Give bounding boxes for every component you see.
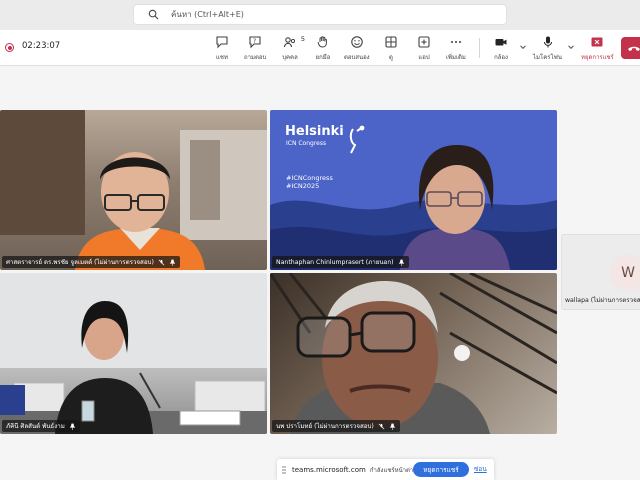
pin-icon[interactable] [69, 423, 76, 430]
meeting-timer: 02:23:07 [22, 41, 61, 51]
camera-options-chevron-icon[interactable] [519, 43, 527, 51]
participant-video-1 [0, 110, 267, 270]
leave-button[interactable] [621, 37, 640, 59]
view-label: ดู [389, 54, 393, 61]
stop-sharing-button[interactable]: หยุดการแชร์ [581, 34, 614, 64]
chat-button[interactable]: แชท [213, 34, 231, 64]
participant-name: Nanthaphan Chinlumprasert (ภายนอก) [276, 259, 394, 266]
video-tile-4[interactable]: นพ ปราโมทย์ (ไม่ผ่านการตรวจสอบ) [270, 273, 557, 434]
raise-hand-button[interactable]: ยกมือ [314, 34, 332, 64]
slide-hashtag-2: #ICN2025 [286, 182, 320, 190]
raise-hand-label: ยกมือ [315, 54, 331, 61]
search-box[interactable] [133, 4, 507, 25]
sharing-domain: teams.microsoft.com [292, 465, 366, 474]
qa-label: ถามตอบ [244, 54, 267, 61]
side-participant-tile[interactable]: W wallapa (ไม่ผ่านการตรวจสอบ) [561, 234, 640, 310]
microphone-button[interactable]: ไมโครโฟน [533, 34, 562, 64]
sharing-message: กำลังแชร์หน้าต่าง [369, 466, 417, 474]
slide-subtitle-line: ICN Congress [286, 140, 327, 147]
apps-button[interactable]: แอป [415, 34, 433, 64]
slide-hashtags: #ICNCongress #ICN2025 [286, 174, 333, 190]
stop-sharing-label: หยุดการแชร์ [581, 54, 614, 61]
chat-label: แชท [216, 54, 228, 61]
slide-hashtag-1: #ICNCongress [286, 174, 333, 182]
svg-text:?: ? [253, 38, 256, 45]
hide-link[interactable]: ซ่อน [474, 464, 487, 474]
participant-name: นพ ปราโมทย์ (ไม่ผ่านการตรวจสอบ) [276, 423, 374, 430]
drag-handle-icon[interactable] [282, 465, 286, 475]
people-icon [283, 37, 296, 48]
participant-video-4 [270, 273, 557, 434]
sharing-notification-bar: teams.microsoft.com กำลังแชร์หน้าต่าง หย… [277, 459, 494, 480]
recording-icon [5, 43, 14, 52]
view-button[interactable]: ดู [382, 34, 400, 64]
stop-sharing-bar-button[interactable]: หยุดการแชร์ [413, 462, 469, 477]
search-icon [148, 9, 159, 20]
video-tile-3[interactable]: ภัคินี ศิลสันต์ พันธ์งาม [0, 273, 267, 434]
smile-icon [351, 36, 363, 48]
qa-button[interactable]: ? ถามตอบ [244, 34, 266, 64]
microphone-label: ไมโครโฟน [533, 54, 563, 61]
microphone-icon [543, 36, 552, 48]
pin-icon[interactable] [169, 259, 176, 266]
people-label: บุคคล [282, 54, 298, 61]
mic-muted-icon [378, 423, 385, 429]
more-button[interactable]: เพิ่มเติม [446, 34, 466, 64]
participant-name-tag: Nanthaphan Chinlumprasert (ภายนอก) [272, 256, 409, 268]
participant-name-tag: ศาสตราจารย์ ดร.พรชัย จูลเมตต์ (ไม่ผ่านกา… [2, 256, 180, 268]
participant-name: ภัคินี ศิลสันต์ พันธ์งาม [6, 423, 65, 430]
slide-title: Helsinki [285, 124, 344, 139]
participant-name-tag: ภัคินี ศิลสันต์ พันธ์งาม [2, 420, 80, 432]
search-input[interactable] [171, 10, 471, 19]
people-count: 5 [300, 35, 305, 43]
toolbar-divider [479, 38, 480, 58]
camera-button[interactable]: กล้อง [492, 34, 510, 64]
mic-muted-icon [158, 259, 165, 265]
pin-icon[interactable] [389, 423, 396, 430]
pin-icon[interactable] [398, 259, 405, 266]
hand-icon [317, 36, 327, 48]
people-button[interactable]: 5 บุคคล [281, 34, 305, 64]
microphone-options-chevron-icon[interactable] [567, 43, 575, 51]
stop-share-icon [591, 37, 603, 47]
participant-name: wallapa (ไม่ผ่านการตรวจสอบ) [565, 297, 640, 304]
slide-subtitle: ICN Congress [286, 140, 326, 147]
participant-name-tag: นพ ปราโมทย์ (ไม่ผ่านการตรวจสอบ) [272, 420, 400, 432]
avatar: W [610, 255, 640, 291]
add-icon [418, 36, 430, 48]
more-label: เพิ่มเติม [446, 54, 466, 61]
camera-label: กล้อง [494, 54, 508, 61]
title-bar [0, 0, 640, 30]
video-tile-2[interactable]: Helsinki ICN Congress #ICNCongress #ICN2… [270, 110, 557, 270]
react-label: ตอบสนอง [344, 54, 370, 61]
qa-icon: ? [249, 36, 261, 49]
grid-icon [385, 36, 397, 48]
apps-label: แอป [418, 54, 430, 61]
participant-video-3 [0, 273, 267, 434]
video-tile-1[interactable]: ศาสตราจารย์ ดร.พรชัย จูลเมตต์ (ไม่ผ่านกา… [0, 110, 267, 270]
phone-hangup-icon [628, 46, 640, 51]
react-button[interactable]: ตอบสนอง [344, 34, 370, 64]
meeting-toolbar: 02:23:07 แชท ? ถามตอบ 5 บุคคล ยกมือ ตอบส… [0, 30, 640, 66]
more-icon [450, 41, 461, 43]
camera-icon [495, 39, 507, 46]
participant-name: ศาสตราจารย์ ดร.พรชัย จูลเมตต์ (ไม่ผ่านกา… [6, 259, 154, 266]
chat-icon [216, 36, 228, 49]
